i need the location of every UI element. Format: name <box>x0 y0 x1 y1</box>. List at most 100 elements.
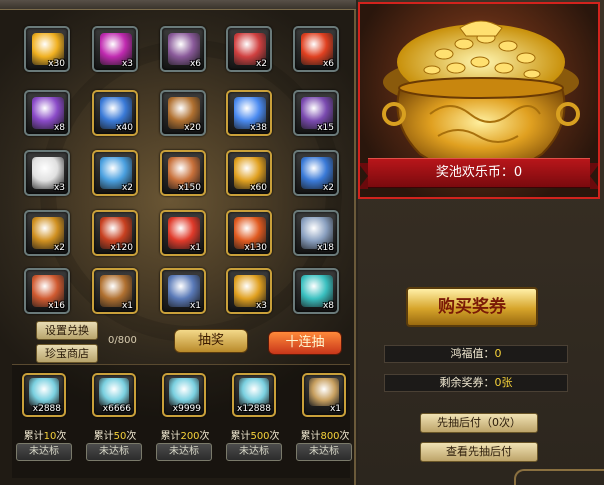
item-slot[interactable]: x120 <box>92 210 138 256</box>
item-quantity: x2 <box>255 59 267 69</box>
item-slot[interactable]: x6 <box>293 26 339 72</box>
treasure-shop-button[interactable]: 珍宝商店 <box>36 344 98 363</box>
item-slot[interactable]: x40 <box>92 90 138 136</box>
reward-tier: x1 累计800次 未达标 <box>292 365 358 461</box>
diamond-icon <box>29 378 59 406</box>
diamond-icon <box>169 378 199 406</box>
blessing-value: 0 <box>494 347 502 360</box>
item-quantity: x3 <box>53 183 65 193</box>
item-slot[interactable]: x1 <box>92 268 138 314</box>
item-quantity: x8 <box>53 123 65 133</box>
item-slot[interactable]: x8 <box>293 268 339 314</box>
requirement-count: 10 <box>43 431 57 442</box>
item-slot[interactable]: x130 <box>226 210 272 256</box>
reward-slot[interactable]: x1 <box>302 373 346 417</box>
reward-slot[interactable]: x6666 <box>92 373 136 417</box>
reward-status-button[interactable]: 未达标 <box>226 443 282 461</box>
exchange-settings-button[interactable]: 设置兑换 <box>36 321 98 340</box>
requirement-suffix: 次 <box>199 431 210 442</box>
item-quantity: x18 <box>317 243 334 253</box>
reward-status-button[interactable]: 未达标 <box>16 443 72 461</box>
item-slot[interactable]: x8 <box>24 90 70 136</box>
item-quantity: x6 <box>189 59 201 69</box>
item-slot[interactable]: x15 <box>293 90 339 136</box>
blessing-label: 鸿福值： <box>450 347 495 360</box>
diamond-icon <box>239 378 269 406</box>
reward-requirement: 累计500次 <box>222 427 288 442</box>
item-quantity: x1 <box>189 301 201 311</box>
reward-quantity: x1 <box>329 404 341 414</box>
requirement-suffix: 次 <box>56 431 67 442</box>
requirement-suffix: 次 <box>126 431 137 442</box>
draw-ten-button[interactable]: 十连抽 <box>268 331 342 355</box>
item-quantity: x2 <box>121 183 133 193</box>
item-slot[interactable]: x2 <box>24 210 70 256</box>
reward-status-button[interactable]: 未达标 <box>86 443 142 461</box>
requirement-count: 50 <box>113 431 127 442</box>
reward-requirement: 累计800次 <box>292 427 358 442</box>
reward-status-button[interactable]: 未达标 <box>296 443 352 461</box>
item-slot[interactable]: x60 <box>226 150 272 196</box>
tickets-value: 0张 <box>494 376 513 389</box>
blessing-value-field: 鸿福值：0 <box>384 345 568 363</box>
draw-first-pay-later-button[interactable]: 先抽后付（0次） <box>420 413 538 433</box>
requirement-prefix: 累计 <box>230 431 251 442</box>
requirement-prefix: 累计 <box>160 431 181 442</box>
item-quantity: x16 <box>48 301 65 311</box>
item-slot[interactable]: x30 <box>24 26 70 72</box>
card-icon <box>309 378 339 406</box>
item-quantity: x60 <box>250 183 267 193</box>
item-slot[interactable]: x6 <box>160 26 206 72</box>
corner-ornament <box>514 469 604 485</box>
reward-quantity: x2888 <box>32 404 61 414</box>
item-slot[interactable]: x2 <box>92 150 138 196</box>
prize-pool: 奖池欢乐币：0 <box>358 2 600 199</box>
requirement-count: 800 <box>320 431 340 442</box>
tickets-label: 剩余奖券： <box>439 376 495 389</box>
item-quantity: x38 <box>250 123 267 133</box>
reward-quantity: x12888 <box>237 404 271 414</box>
item-slot[interactable]: x2 <box>293 150 339 196</box>
reward-slot[interactable]: x2888 <box>22 373 66 417</box>
item-slot[interactable]: x20 <box>160 90 206 136</box>
item-slot[interactable]: x38 <box>226 90 272 136</box>
item-quantity: x130 <box>244 243 267 253</box>
reward-slot[interactable]: x9999 <box>162 373 206 417</box>
cumulative-rewards: x2888 累计10次 未达标 x6666 累计50次 未达标 x9999 累计200次 未达标… <box>12 364 352 478</box>
top-bar <box>0 0 356 10</box>
item-quantity: x2 <box>322 183 334 193</box>
reward-quantity: x9999 <box>172 404 201 414</box>
view-draw-first-pay-later-button[interactable]: 查看先抽后付 <box>420 442 538 462</box>
reward-slot[interactable]: x12888 <box>232 373 276 417</box>
item-slot[interactable]: x1 <box>160 268 206 314</box>
item-slot[interactable]: x3 <box>226 268 272 314</box>
reward-tier: x2888 累计10次 未达标 <box>12 365 78 461</box>
reward-tier: x6666 累计50次 未达标 <box>82 365 148 461</box>
item-slot[interactable]: x3 <box>92 26 138 72</box>
item-quantity: x2 <box>53 243 65 253</box>
item-quantity: x8 <box>322 301 334 311</box>
item-quantity: x3 <box>121 59 133 69</box>
item-slot[interactable]: x2 <box>226 26 272 72</box>
reward-status-button[interactable]: 未达标 <box>156 443 212 461</box>
requirement-prefix: 累计 <box>300 431 321 442</box>
item-slot[interactable]: x3 <box>24 150 70 196</box>
item-slot[interactable]: x16 <box>24 268 70 314</box>
requirement-prefix: 累计 <box>93 431 114 442</box>
item-slot[interactable]: x1 <box>160 210 206 256</box>
draw-one-button[interactable]: 抽奖 <box>174 329 248 353</box>
item-quantity: x6 <box>322 59 334 69</box>
diamond-icon <box>99 378 129 406</box>
requirement-suffix: 次 <box>269 431 280 442</box>
item-quantity: x1 <box>121 301 133 311</box>
reward-requirement: 累计10次 <box>12 427 78 442</box>
item-slot[interactable]: x18 <box>293 210 339 256</box>
pool-ribbon: 奖池欢乐币：0 <box>360 158 598 189</box>
item-slot[interactable]: x150 <box>160 150 206 196</box>
reward-tier: x9999 累计200次 未达标 <box>152 365 218 461</box>
item-quantity: x15 <box>317 123 334 133</box>
requirement-count: 200 <box>180 431 200 442</box>
item-quantity: x40 <box>116 123 133 133</box>
requirement-suffix: 次 <box>339 431 350 442</box>
buy-tickets-button[interactable]: 购买奖券 <box>406 287 538 327</box>
